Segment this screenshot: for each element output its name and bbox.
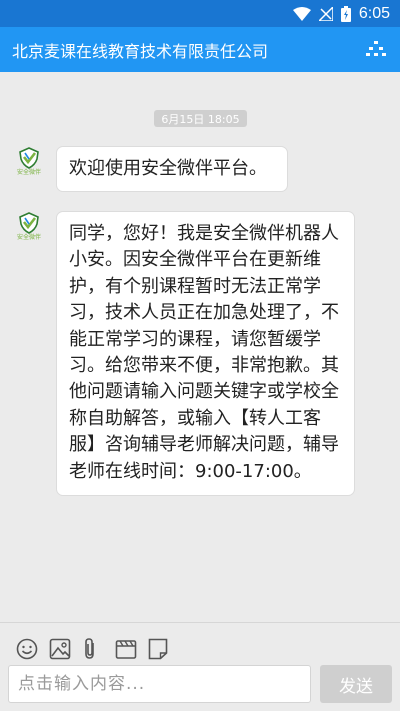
video-icon[interactable] [115,637,148,661]
battery-charging-icon [340,5,351,22]
page-title: 北京麦课在线教育技术有限责任公司 [12,41,269,61]
shield-icon [19,212,39,234]
message-input[interactable] [8,665,311,703]
message-bubble[interactable]: 同学，您好！我是安全微伴机器人小安。因安全微伴平台在更新维护，有个别课程暂时无法… [56,211,355,497]
attachment-icon[interactable] [82,637,115,661]
chat-area[interactable]: 6月15日 18:05 安全微伴 欢迎使用安全微伴平台。 安全微伴 同学，您好！… [0,72,400,622]
tool-icons [16,637,181,661]
shield-icon [19,147,39,169]
send-button[interactable]: 发送 [320,665,392,703]
status-time: 6:05 [358,4,390,22]
menu-icon[interactable] [364,38,388,62]
avatar[interactable]: 安全微伴 [16,147,42,177]
avatar-caption: 安全微伴 [16,169,41,176]
message-timestamp: 6月15日 18:05 [154,110,247,127]
avatar[interactable]: 安全微伴 [16,212,42,242]
avatar-caption: 安全微伴 [16,234,41,241]
wifi-icon [292,6,311,21]
message-bubble[interactable]: 欢迎使用安全微伴平台。 [56,146,288,192]
image-icon[interactable] [49,637,82,661]
signal-icon [318,6,333,21]
status-bar: 6:05 [0,0,400,27]
emoji-icon[interactable] [16,637,49,661]
app-bar: 北京麦课在线教育技术有限责任公司 [0,27,400,72]
note-icon[interactable] [148,637,181,661]
composer-toolbar: 发送 [0,622,400,711]
